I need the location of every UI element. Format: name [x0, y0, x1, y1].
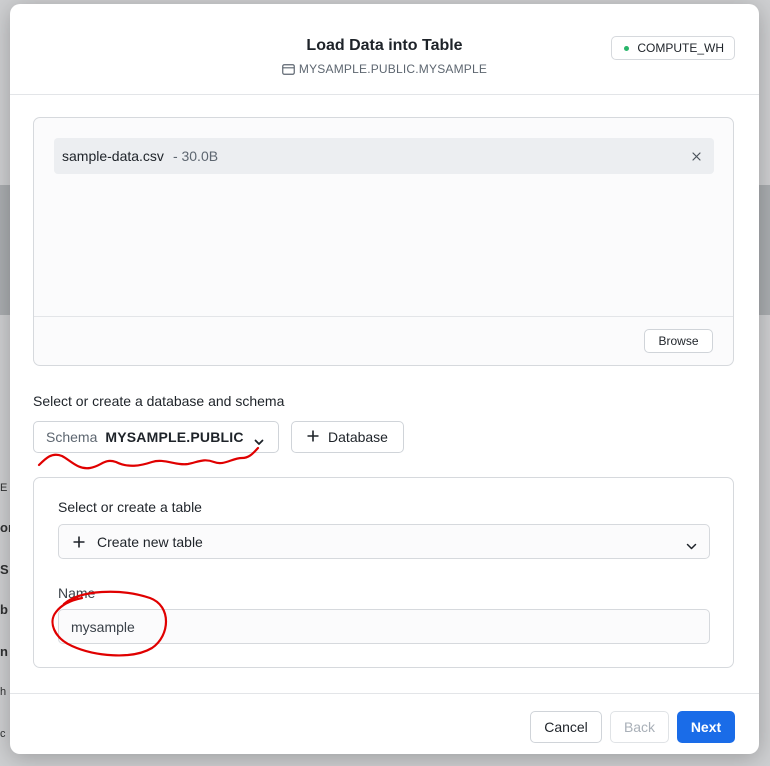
browse-button[interactable]: Browse	[644, 329, 713, 353]
schema-select-label: Schema	[46, 429, 98, 445]
back-button[interactable]: Back	[610, 711, 669, 743]
close-icon[interactable]	[688, 148, 704, 164]
database-section-label: Select or create a database and schema	[33, 393, 285, 409]
plus-icon	[307, 429, 319, 445]
table-select-value: Create new table	[97, 533, 203, 550]
name-field-label: Name	[58, 585, 96, 601]
dialog-header: Load Data into Table MYSAMPLE.PUBLIC.MYS…	[10, 4, 759, 95]
warehouse-selector[interactable]: COMPUTE_WH	[611, 36, 735, 60]
table-section-panel: Select or create a table Create new tabl…	[33, 477, 734, 668]
table-select[interactable]: Create new table	[58, 524, 710, 559]
chevron-down-icon	[686, 537, 697, 553]
upload-footer: Browse	[34, 316, 733, 365]
next-button[interactable]: Next	[677, 711, 735, 743]
add-database-label: Database	[328, 429, 388, 445]
warehouse-label: COMPUTE_WH	[637, 41, 724, 55]
table-name-input[interactable]	[58, 609, 710, 644]
cancel-button[interactable]: Cancel	[530, 711, 602, 743]
schema-select-value: MYSAMPLE.PUBLIC	[105, 429, 244, 445]
chevron-down-icon	[254, 433, 264, 449]
target-table-path: MYSAMPLE.PUBLIC.MYSAMPLE	[298, 62, 488, 76]
add-database-button[interactable]: Database	[291, 421, 404, 453]
load-data-dialog: Load Data into Table MYSAMPLE.PUBLIC.MYS…	[10, 4, 759, 754]
plus-icon	[73, 536, 85, 548]
file-size: - 30.0B	[172, 148, 219, 164]
table-icon	[282, 64, 295, 78]
schema-select[interactable]: Schema MYSAMPLE.PUBLIC	[33, 421, 279, 453]
status-dot	[624, 45, 630, 51]
file-item: sample-data.csv - 30.0B	[54, 138, 714, 174]
dialog-subtitle: MYSAMPLE.PUBLIC.MYSAMPLE	[10, 62, 759, 78]
table-section-label: Select or create a table	[58, 499, 202, 515]
dialog-footer: Cancel Back Next	[10, 693, 759, 754]
file-name: sample-data.csv	[62, 148, 164, 164]
file-upload-panel[interactable]: sample-data.csv - 30.0B Browse	[33, 117, 734, 366]
